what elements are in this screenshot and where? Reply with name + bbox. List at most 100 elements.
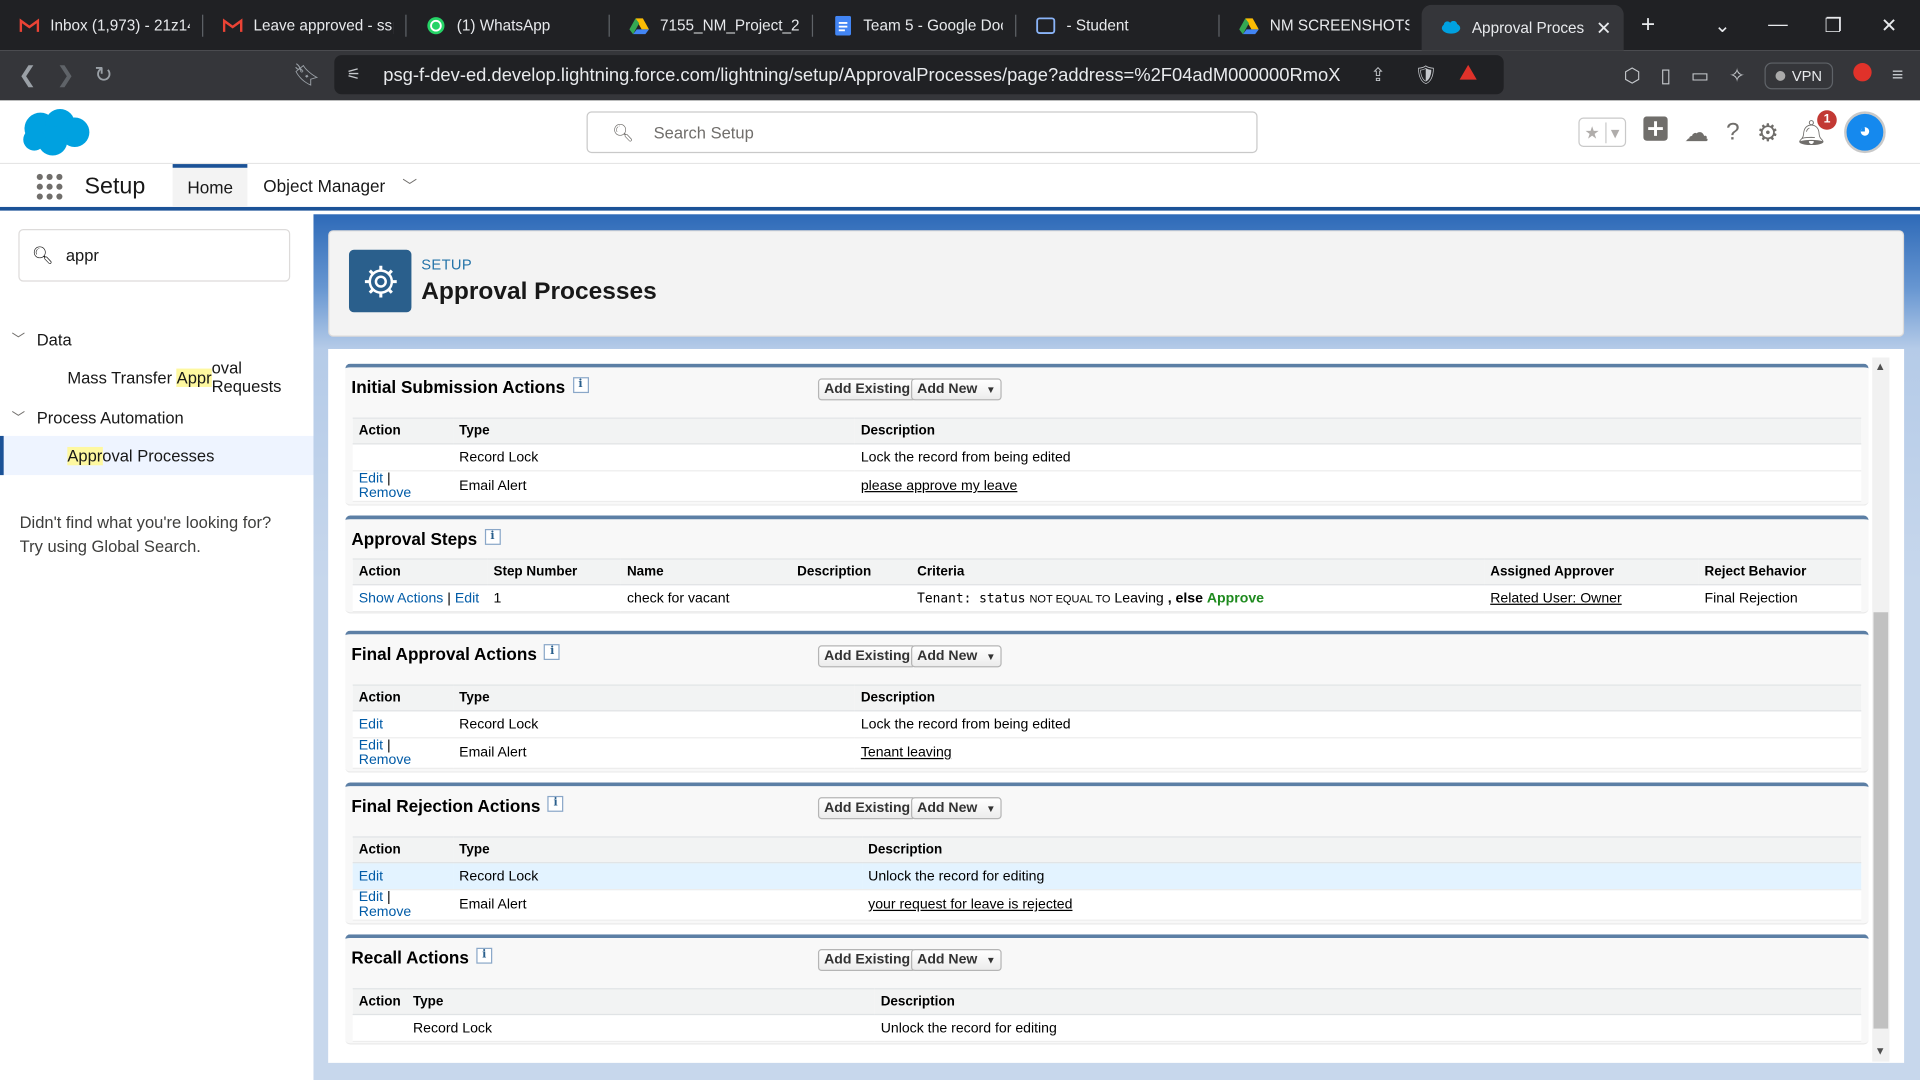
- global-actions-icon[interactable]: [1642, 116, 1668, 148]
- table-row: Edit | Remove Email Alert your request for…: [352, 889, 1862, 921]
- new-tab-button[interactable]: +: [1641, 11, 1655, 39]
- add-existing-button[interactable]: Add Existing: [817, 797, 917, 820]
- email-alert-link[interactable]: please approve my leave: [861, 479, 1018, 494]
- edit-link[interactable]: Edit: [359, 890, 383, 905]
- setup-search-input[interactable]: 🔍︎ Search Setup: [586, 111, 1258, 154]
- add-existing-button[interactable]: Add Existing: [817, 645, 917, 668]
- edit-link[interactable]: Edit: [359, 738, 383, 753]
- browser-tab[interactable]: Leave approved - ssp: [203, 0, 405, 50]
- email-alert-link[interactable]: Tenant leaving: [861, 746, 952, 761]
- email-alert-link[interactable]: your request for leave is rejected: [868, 898, 1072, 913]
- tab-search-icon[interactable]: ⌄: [1714, 0, 1730, 50]
- global-header: 🔍︎ Search Setup ★ ▾ ☁ ? ⚙ 🔔︎ 1 ◕: [0, 100, 1920, 165]
- tree-group-data[interactable]: ﹀ Data: [0, 327, 313, 351]
- profile-icon[interactable]: [1853, 62, 1873, 88]
- brave-rewards-icon[interactable]: [1458, 64, 1478, 86]
- menu-icon[interactable]: ≡: [1892, 64, 1903, 86]
- tree-group-process-automation[interactable]: ﹀ Process Automation: [0, 405, 313, 429]
- user-avatar[interactable]: ◕: [1844, 111, 1886, 154]
- tree-item-mass-transfer-approval-requests[interactable]: Mass Transfer Appr oval Requests: [0, 358, 313, 397]
- google-drive-icon: [629, 15, 649, 35]
- info-icon[interactable]: i: [572, 377, 589, 394]
- section-title: Recall Actions i: [351, 947, 493, 967]
- restore-icon[interactable]: ❐: [1825, 0, 1843, 50]
- edit-link[interactable]: Edit: [359, 717, 383, 732]
- assigned-approver-link[interactable]: Related User: Owner: [1490, 591, 1621, 606]
- bookmark-icon[interactable]: 🔖︎: [288, 62, 326, 88]
- dropdown-arrow-icon: ▼: [985, 802, 996, 814]
- scroll-up-icon[interactable]: ▲: [1875, 360, 1886, 372]
- add-new-button[interactable]: Add New ▼: [911, 645, 1002, 668]
- remove-link[interactable]: Remove: [359, 905, 411, 920]
- brave-shield-icon[interactable]: 🛡︎: [1414, 64, 1437, 86]
- recall-actions-section: Recall Actions i Add Existing Add New ▼ Ac…: [345, 934, 1869, 1045]
- browser-tab[interactable]: (1) WhatsApp: [407, 0, 609, 50]
- page-eyebrow: SETUP: [421, 255, 473, 274]
- salesforce-logo[interactable]: [20, 105, 91, 156]
- url-field[interactable]: ⚟ psg-f-dev-ed.develop.lightning.force.c…: [334, 55, 1504, 95]
- add-existing-button[interactable]: Add Existing: [817, 948, 917, 972]
- final-rejection-actions-section: Final Rejection Actions i Add Existing Ad…: [345, 782, 1869, 925]
- leo-ai-icon[interactable]: ✧: [1729, 63, 1745, 87]
- site-settings-icon[interactable]: ⚟: [347, 65, 361, 85]
- help-icon[interactable]: ?: [1726, 118, 1740, 146]
- scroll-down-icon[interactable]: ▼: [1875, 1044, 1886, 1056]
- edit-link[interactable]: Edit: [359, 471, 383, 486]
- info-icon[interactable]: i: [544, 644, 561, 661]
- app-launcher-icon[interactable]: [36, 173, 64, 201]
- back-icon[interactable]: ❮: [9, 62, 47, 88]
- tab-home[interactable]: Home: [172, 164, 248, 207]
- table-row: Edit | Remove Email Alert Tenant leaving: [352, 737, 1862, 769]
- remove-link[interactable]: Remove: [359, 486, 411, 501]
- extensions-icon[interactable]: ⬡: [1624, 63, 1641, 87]
- forward-icon[interactable]: ❯: [47, 62, 85, 88]
- setup-gear-icon: [348, 249, 412, 313]
- browser-tab[interactable]: NM SCREENSHOTS -: [1220, 0, 1422, 50]
- notifications-icon[interactable]: 🔔︎ 1: [1796, 109, 1837, 148]
- edit-link[interactable]: Edit: [359, 869, 383, 884]
- info-icon[interactable]: i: [476, 947, 493, 964]
- chevron-down-icon: ﹀: [11, 411, 26, 427]
- page-header: SETUP Approval Processes: [328, 230, 1905, 337]
- add-new-button[interactable]: Add New ▼: [911, 948, 1002, 972]
- browser-tab[interactable]: - Student: [1016, 0, 1218, 50]
- table-row: Record Lock Unlock the record for editing: [352, 1014, 1862, 1043]
- scrollbar-thumb[interactable]: [1873, 612, 1889, 1029]
- sidebar-icon[interactable]: ▯: [1660, 63, 1671, 87]
- close-window-icon[interactable]: ✕: [1881, 0, 1897, 50]
- trailhead-icon[interactable]: ☁: [1684, 117, 1708, 148]
- browser-tab[interactable]: Inbox (1,973) - 21z14: [0, 0, 202, 50]
- browser-tab[interactable]: 7155_NM_Project_20: [610, 0, 812, 50]
- add-new-button[interactable]: Add New ▼: [911, 797, 1002, 820]
- share-icon[interactable]: ⇪: [1370, 64, 1385, 86]
- add-new-button[interactable]: Add New ▼: [911, 378, 1002, 401]
- minimize-icon[interactable]: —: [1768, 0, 1788, 50]
- table-row: Show Actions | Edit 1 check for vacant T…: [352, 584, 1862, 613]
- chevron-down-icon[interactable]: ﹀: [402, 175, 417, 196]
- info-icon[interactable]: i: [484, 528, 501, 545]
- browser-tab-active[interactable]: Approval Proces ✕: [1421, 4, 1624, 51]
- add-existing-button[interactable]: Add Existing: [817, 378, 917, 401]
- info-icon[interactable]: i: [547, 795, 564, 812]
- portal-icon: [1036, 15, 1056, 35]
- favorites-button[interactable]: ★ ▾: [1578, 117, 1626, 147]
- tree-item-approval-processes[interactable]: Appr oval Processes: [0, 435, 314, 476]
- section-title: Initial Submission Actions i: [351, 377, 589, 397]
- chevron-down-icon: ﹀: [11, 333, 26, 348]
- setup-gear-icon[interactable]: ⚙: [1757, 117, 1779, 148]
- remove-link[interactable]: Remove: [359, 753, 411, 768]
- vpn-button[interactable]: VPN: [1764, 61, 1834, 89]
- browser-tab[interactable]: Team 5 - Google Doc: [813, 0, 1015, 50]
- gmail-icon: [19, 15, 40, 35]
- vpn-status-icon: [1775, 70, 1786, 81]
- quick-find-input[interactable]: 🔍︎ appr: [18, 228, 291, 282]
- app-name: Setup: [84, 173, 146, 200]
- tab-object-manager[interactable]: Object Manager ﹀: [249, 164, 432, 207]
- wallet-icon[interactable]: ▭: [1691, 63, 1710, 87]
- show-actions-link[interactable]: Show Actions: [359, 591, 444, 606]
- vertical-scrollbar[interactable]: ▲ ▼: [1872, 357, 1890, 1062]
- reload-icon[interactable]: ↻: [84, 62, 122, 88]
- edit-link[interactable]: Edit: [455, 591, 479, 606]
- table-row: Edit Record Lock Unlock the record for edi…: [352, 862, 1862, 891]
- close-tab-icon[interactable]: ✕: [1596, 17, 1611, 39]
